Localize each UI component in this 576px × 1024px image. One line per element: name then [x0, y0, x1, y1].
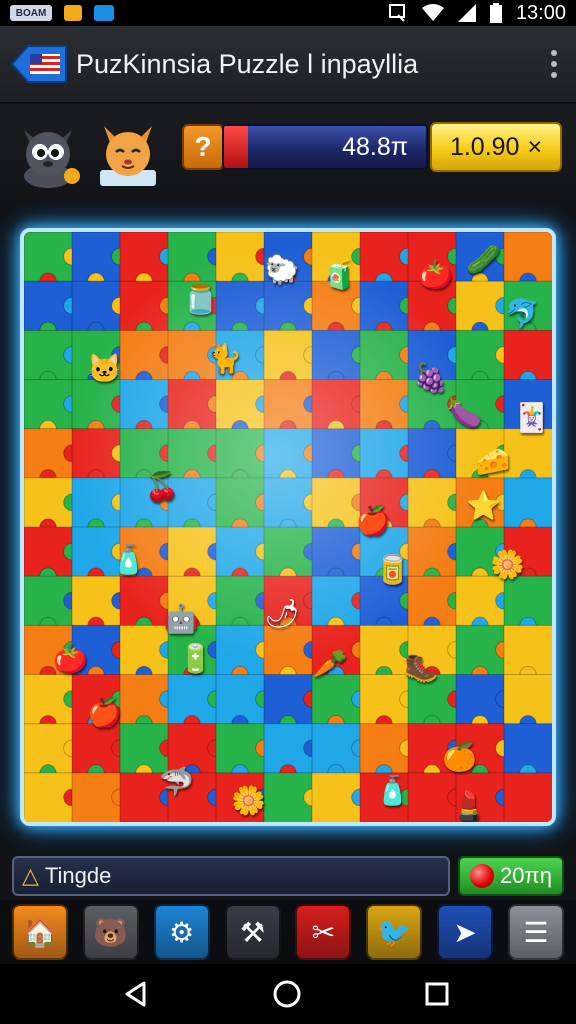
candy-piece[interactable]: 🧃	[322, 257, 358, 293]
apple-piece-2[interactable]: 🍎	[86, 694, 122, 730]
score-progress-bar: 48.8π	[222, 124, 428, 170]
status-bar: BOAM 13:00	[0, 0, 576, 26]
app-title: PuzKinnsia Puzzle l inpayllia	[76, 48, 419, 79]
card-piece[interactable]: 🃏	[514, 399, 550, 435]
berry-piece[interactable]: 🍒	[144, 468, 180, 504]
gear-icon: ⚙	[169, 916, 195, 948]
hint-text: Tingde	[44, 863, 112, 888]
home-circle-icon[interactable]	[271, 978, 303, 1010]
daisy-piece[interactable]: 🌼	[230, 783, 266, 819]
back-triangle-icon[interactable]	[120, 978, 152, 1010]
progress-value: 48.8π	[342, 133, 408, 161]
puzzle-tile[interactable]	[503, 772, 552, 822]
signal-icon	[457, 4, 476, 22]
menu-icon: ☰	[523, 916, 549, 948]
plum-piece[interactable]: 🍇	[413, 360, 449, 396]
bottle-piece-2[interactable]: 🧴	[374, 773, 410, 809]
share-button[interactable]: ➤	[437, 904, 494, 960]
settings-button[interactable]: ⚙	[153, 904, 210, 960]
puzzle-board[interactable]: 🐑 🧃 🍅 🥒 🫙 🐬 🐱 🐈 🍇 🍆 🃏 🧀 🍒 ⭐ 🍎 🧴 🥫 🌼 🤖 🌶 🍅 🔋 🥕 🥾 🍎 🍊 🦈 🌼 🧴 💄	[20, 228, 556, 826]
send-icon: ➤	[453, 916, 477, 948]
tomato-piece[interactable]: 🍅	[418, 257, 454, 293]
app-bar: PuzKinnsia Puzzle l inpayllia	[0, 26, 576, 104]
flower-piece[interactable]: 🌼	[490, 547, 526, 583]
bird-icon: 🐦	[376, 916, 412, 948]
close-icon[interactable]: ×	[527, 133, 542, 162]
home-button[interactable]: 🏠	[12, 904, 68, 960]
fish-piece[interactable]: 🐬	[504, 296, 540, 332]
can-piece[interactable]: 🥫	[374, 552, 410, 588]
cat-avatar-gray[interactable]	[14, 118, 82, 188]
back-button[interactable]	[10, 41, 68, 87]
tools-button[interactable]: ⚒	[224, 904, 281, 960]
shark-piece[interactable]: 🦈	[158, 763, 194, 799]
cucumber-piece[interactable]: 🥒	[466, 242, 502, 278]
battery-piece[interactable]: 🔋	[178, 640, 214, 676]
eggplant-piece[interactable]: 🍆	[446, 394, 482, 430]
multiplier-badge[interactable]: 1.0.90 ×	[430, 122, 562, 172]
orange-piece[interactable]: 🍊	[442, 738, 478, 774]
carrot-piece[interactable]: 🥕	[312, 645, 348, 681]
bottle-piece[interactable]: 🧴	[110, 542, 146, 578]
kitten-piece[interactable]: 🐱	[86, 350, 122, 386]
bear-icon: 🐻	[93, 916, 129, 948]
status-time: 13:00	[515, 1, 566, 24]
recents-square-icon[interactable]	[421, 978, 453, 1010]
wrench-icon: ⚒	[240, 916, 266, 948]
coin-icon	[470, 864, 495, 888]
robot-piece[interactable]: 🤖	[163, 601, 199, 637]
shop-button[interactable]: ✂	[295, 904, 352, 960]
lipstick-piece[interactable]: 💄	[451, 788, 487, 822]
flag-back-icon	[10, 45, 67, 83]
more-vert-icon[interactable]	[542, 50, 566, 78]
wifi-icon	[421, 4, 444, 21]
hint-field[interactable]: △ Tingde	[12, 856, 450, 896]
apple-piece[interactable]: 🍎	[355, 502, 391, 538]
star-piece[interactable]: ⭐	[466, 488, 502, 524]
home-icon: 🏠	[22, 916, 58, 948]
ghost-piece[interactable]: 🐑	[264, 252, 300, 288]
pyramid-icon: △	[22, 863, 39, 888]
cat-piece[interactable]: 🐈	[206, 340, 242, 376]
battery-icon	[489, 3, 502, 23]
boots-piece[interactable]: 🥾	[403, 650, 439, 686]
rewards-button[interactable]: 🐦	[366, 904, 423, 960]
coin-counter[interactable]: 20πη	[458, 856, 564, 896]
coin-value: 20πη	[500, 863, 552, 888]
tomato-piece-2[interactable]: 🍅	[53, 640, 89, 676]
puzzle-grid[interactable]	[24, 232, 552, 822]
chili-piece[interactable]: 🌶	[264, 596, 300, 632]
cat-avatar-orange[interactable]	[94, 118, 162, 188]
jar-piece[interactable]: 🫙	[182, 281, 218, 317]
cheese-piece[interactable]: 🧀	[475, 443, 511, 479]
status-app-badge: BOAM	[10, 5, 52, 21]
bottom-strip: △ Tingde 20πη	[0, 848, 576, 904]
download-icon	[94, 5, 114, 21]
system-nav-bar	[0, 964, 576, 1024]
menu-button[interactable]: ☰	[508, 904, 564, 960]
multiplier-value: 1.0.90	[449, 132, 520, 161]
progress-fill	[224, 126, 249, 168]
toolbar: 🏠 🐻 ⚙ ⚒ ✂ 🐦 ➤ ☰	[0, 900, 576, 964]
cast-icon	[388, 4, 405, 22]
scissors-icon: ✂	[311, 916, 336, 948]
help-button[interactable]: ?	[182, 124, 224, 170]
profile-button[interactable]: 🐻	[82, 904, 139, 960]
notification-icon	[64, 5, 82, 21]
